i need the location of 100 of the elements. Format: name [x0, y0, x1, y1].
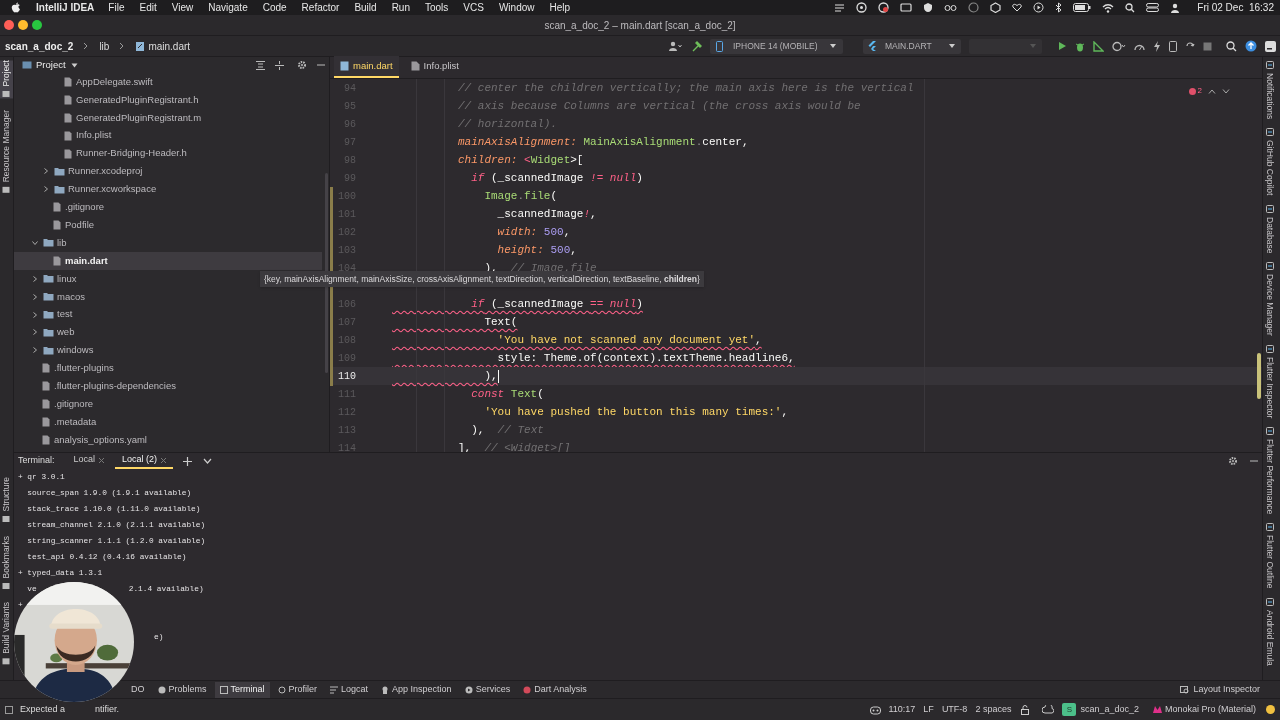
circle-icon[interactable] — [856, 2, 868, 13]
wifi-icon[interactable] — [1102, 2, 1115, 13]
file-encoding[interactable]: UTF-8 — [941, 702, 968, 717]
tree-item[interactable]: .flutter-plugins-dependencies — [14, 377, 322, 396]
theme-selector[interactable]: Monokai Pro (Material) — [1152, 702, 1256, 717]
heart-icon[interactable] — [1012, 3, 1023, 12]
project-selector[interactable]: S scan_a_doc_2 — [1062, 702, 1139, 717]
tool-window-button[interactable]: DO — [126, 681, 150, 698]
tree-item[interactable]: GeneratedPluginRegistrant.h — [14, 90, 322, 109]
tree-item[interactable]: lib — [14, 234, 322, 252]
shield-icon[interactable] — [923, 2, 934, 13]
error-count[interactable]: 2 — [1188, 85, 1202, 97]
run-icon[interactable] — [1058, 41, 1067, 51]
tree-item[interactable]: .metadata — [14, 412, 322, 431]
line-separator[interactable]: LF — [923, 702, 934, 717]
side-tab[interactable]: Project — [0, 60, 13, 99]
search-icon[interactable] — [1125, 2, 1136, 13]
menu-item[interactable]: Window — [498, 0, 535, 15]
tree-item[interactable]: .gitignore — [14, 198, 322, 217]
tree-item[interactable]: Runner-Bridging-Header.h — [14, 144, 322, 163]
breadcrumb-item[interactable]: main.dart — [148, 38, 191, 54]
tree-item[interactable]: Runner.xcworkspace — [14, 180, 322, 199]
tree-item[interactable]: Info.plist — [14, 126, 322, 145]
menu-item[interactable]: Help — [549, 0, 571, 15]
tool-window-button[interactable]: Dart Analysis — [518, 681, 592, 698]
menu-item[interactable]: Edit — [139, 0, 157, 15]
menu-item[interactable]: Navigate — [208, 0, 248, 15]
tool-window-button[interactable]: Profiler — [272, 681, 323, 698]
settings-icon[interactable] — [297, 60, 307, 70]
hammer-icon[interactable] — [691, 40, 702, 52]
side-tab[interactable]: Flutter Performance — [1263, 427, 1276, 515]
user-icon[interactable] — [669, 41, 683, 51]
tree-item[interactable]: macos — [14, 287, 322, 306]
coverage-icon[interactable] — [1093, 40, 1104, 52]
breadcrumb-item[interactable]: lib — [99, 38, 110, 54]
tree-item[interactable]: GeneratedPluginRegistrant.m — [14, 108, 322, 127]
side-tab[interactable]: Structure — [0, 477, 13, 524]
menu-item[interactable]: Build — [354, 0, 377, 15]
tool-window-button[interactable]: Services — [459, 681, 516, 698]
maximize-button[interactable] — [32, 20, 42, 30]
chevron-down-icon[interactable] — [203, 458, 213, 464]
lightning-icon[interactable] — [1153, 40, 1161, 52]
tool-window-button[interactable]: Problems — [152, 681, 212, 698]
menu-item[interactable]: Refactor — [301, 0, 340, 15]
stop-icon[interactable] — [1203, 41, 1212, 51]
expand-all-icon[interactable] — [275, 60, 284, 70]
profile-icon[interactable] — [1112, 40, 1126, 52]
list-icon[interactable] — [834, 2, 846, 13]
side-tab[interactable]: Notifications — [1263, 61, 1276, 120]
screen-icon[interactable] — [900, 2, 913, 13]
panel-icon[interactable] — [5, 705, 13, 714]
tree-item[interactable]: web — [14, 323, 322, 342]
side-tab[interactable]: Flutter Inspector — [1263, 344, 1276, 419]
chevron-up-icon[interactable] — [1208, 88, 1216, 94]
record-icon[interactable] — [878, 2, 890, 13]
copilot-icon[interactable] — [869, 704, 881, 715]
menu-item[interactable]: Tools — [425, 0, 449, 15]
update-icon[interactable] — [1245, 40, 1257, 52]
lock-icon[interactable] — [1021, 704, 1031, 715]
tree-item[interactable]: .gitignore — [14, 395, 322, 413]
menu-item[interactable]: View — [171, 0, 194, 15]
scrollbar-thumb[interactable] — [1257, 353, 1261, 399]
bluetooth-icon[interactable] — [1055, 2, 1063, 13]
breadcrumb-item[interactable]: scan_a_doc_2 — [5, 38, 74, 54]
status-indicator[interactable] — [1266, 705, 1275, 714]
close-button[interactable] — [4, 20, 14, 30]
tree-item[interactable]: AppDelegate.swift — [14, 73, 322, 91]
app-name[interactable]: IntelliJ IDEA — [36, 0, 95, 15]
side-tab[interactable]: Database — [1263, 204, 1276, 253]
menu-item[interactable]: Run — [391, 0, 410, 15]
menu-item[interactable]: VCS — [463, 0, 484, 15]
layout-inspector-button[interactable]: Layout Inspector — [1180, 682, 1260, 697]
tree-item[interactable]: windows — [14, 341, 322, 360]
tool-window-button[interactable]: App Inspection — [376, 681, 457, 698]
settings-icon[interactable] — [1228, 456, 1238, 466]
phone-icon[interactable] — [1169, 40, 1177, 52]
terminal-tab[interactable]: Local (2) — [115, 453, 174, 469]
side-tab[interactable]: Device Manager — [1263, 262, 1276, 336]
indent-setting[interactable]: 2 spaces — [975, 702, 1012, 717]
terminal-tab[interactable]: Local — [66, 453, 112, 469]
menu-item[interactable]: File — [108, 0, 125, 15]
tree-item[interactable]: test — [14, 305, 322, 324]
plus-icon[interactable] — [183, 456, 193, 466]
logo-icon[interactable] — [1265, 40, 1276, 52]
search-icon[interactable] — [1226, 40, 1237, 52]
minimize-button[interactable] — [18, 20, 28, 30]
cloud-icon[interactable] — [1042, 705, 1055, 714]
chevron-down-icon[interactable] — [1222, 88, 1230, 94]
side-tab[interactable]: Resource Manager — [0, 110, 13, 195]
glasses-icon[interactable] — [944, 3, 958, 12]
menu-item[interactable]: Code — [262, 0, 287, 15]
cube-icon[interactable] — [990, 2, 1002, 13]
side-tab[interactable]: Bookmarks — [0, 535, 13, 591]
tree-item[interactable]: analysis_options.yaml — [14, 430, 322, 449]
tree-item[interactable]: Podfile — [14, 216, 322, 234]
side-tab[interactable]: Android Emula — [1263, 597, 1276, 666]
collapse-all-icon[interactable] — [256, 60, 265, 70]
editor-tab[interactable]: main.dart — [334, 56, 399, 78]
tool-window-button[interactable]: Logcat — [325, 681, 374, 698]
play-icon[interactable] — [1033, 2, 1045, 13]
